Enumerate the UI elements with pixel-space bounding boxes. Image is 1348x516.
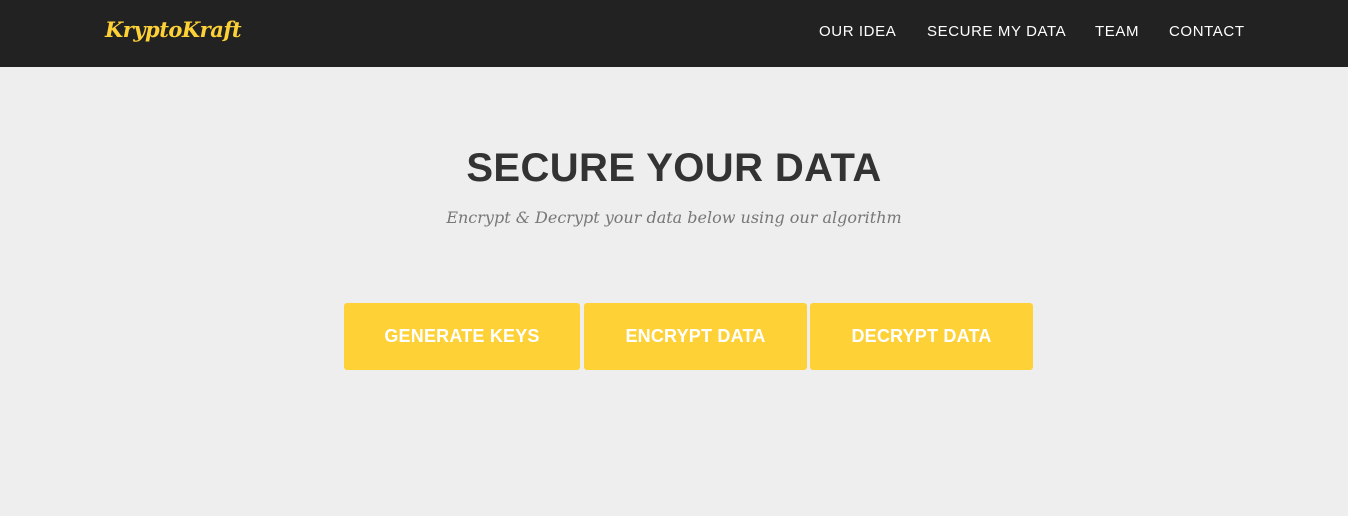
generate-keys-button[interactable]: GENERATE KEYS [344,303,580,370]
page-title: SECURE YOUR DATA [466,146,882,190]
encrypt-data-button[interactable]: ENCRYPT DATA [584,303,807,370]
decrypt-data-button[interactable]: DECRYPT DATA [810,303,1033,370]
nav-link-our-idea[interactable]: OUR IDEA [819,23,896,40]
page-subtitle: Encrypt & Decrypt your data below using … [446,208,902,227]
nav-link-secure-my-data[interactable]: SECURE MY DATA [927,23,1066,40]
nav-link-team[interactable]: TEAM [1095,23,1139,40]
brand-logo[interactable]: KryptoKraft [105,17,242,42]
nav-link-contact[interactable]: CONTACT [1169,23,1245,40]
top-navbar: KryptoKraft OUR IDEA SECURE MY DATA TEAM… [0,0,1348,67]
